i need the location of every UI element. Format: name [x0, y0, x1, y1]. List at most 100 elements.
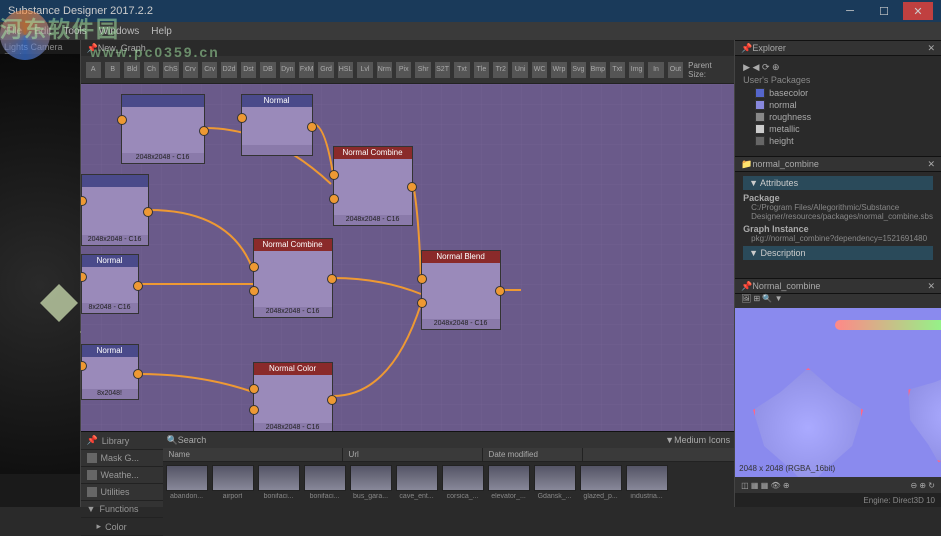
node-type-button[interactable]: Grd: [317, 61, 334, 79]
col-url[interactable]: Url: [343, 448, 483, 461]
node-output-port[interactable]: [307, 122, 317, 132]
menu-windows[interactable]: Windows: [99, 26, 140, 37]
attributes-header[interactable]: ▼ Attributes: [743, 176, 933, 190]
maximize-button[interactable]: ☐: [869, 2, 899, 20]
node-type-button[interactable]: Tr2: [492, 61, 509, 79]
library-thumb[interactable]: bonifaci...: [258, 465, 300, 504]
library-thumb[interactable]: airport: [212, 465, 254, 504]
view-mode[interactable]: Medium Icons: [674, 435, 730, 445]
graph-node[interactable]: 2048x2048 - C16: [121, 94, 205, 164]
pin-icon[interactable]: 📌: [741, 281, 752, 292]
graph-node[interactable]: 2048x2048 - C16: [81, 174, 149, 246]
node-input-port[interactable]: [249, 286, 259, 296]
explorer-item[interactable]: normal: [743, 99, 933, 111]
node-type-button[interactable]: Crv: [182, 61, 199, 79]
library-thumb[interactable]: bonifaci...: [304, 465, 346, 504]
node-type-button[interactable]: HSL: [337, 61, 354, 79]
lib-subcat[interactable]: ▸ Color: [81, 518, 163, 536]
close-button[interactable]: ✕: [903, 2, 933, 20]
node-input-port[interactable]: [117, 115, 127, 125]
lib-cat[interactable]: Mask G...: [81, 450, 163, 467]
graph-node[interactable]: Normal Color2048x2048 - C16: [253, 362, 333, 431]
lib-cat[interactable]: Weathe...: [81, 467, 163, 484]
node-output-port[interactable]: [133, 369, 143, 379]
preview-canvas[interactable]: 2048 x 2048 (RGBA_16bit): [735, 308, 941, 477]
folder-icon[interactable]: 📁: [741, 159, 752, 170]
graph-canvas[interactable]: 2048x2048 - C16 Normal 2048x2048 - C16 Norm…: [81, 84, 735, 431]
node-type-button[interactable]: FxM: [298, 61, 315, 79]
library-thumb[interactable]: Gdansk_...: [534, 465, 576, 504]
library-thumb[interactable]: cave_ent...: [396, 465, 438, 504]
node-type-button[interactable]: Lvl: [356, 61, 373, 79]
graph-node[interactable]: Normal Combine2048x2048 - C16: [253, 238, 333, 318]
minimize-button[interactable]: ─: [835, 2, 865, 20]
viewport-3d[interactable]: Lights Camera Environment Display Render…: [0, 40, 81, 507]
node-input-port[interactable]: [417, 298, 427, 308]
graph-node[interactable]: Normal Blend2048x2048 - C16: [421, 250, 501, 330]
node-output-port[interactable]: [143, 207, 153, 217]
node-output-port[interactable]: [199, 126, 209, 136]
col-date[interactable]: Date modified: [483, 448, 583, 461]
node-type-button[interactable]: Shr: [414, 61, 431, 79]
lib-cat[interactable]: ▼ Functions: [81, 501, 163, 518]
graph-tab[interactable]: New_Graph: [98, 43, 146, 53]
node-input-port[interactable]: [237, 113, 247, 123]
description-header[interactable]: ▼ Description: [743, 246, 933, 260]
node-type-button[interactable]: Ch: [143, 61, 160, 79]
node-input-port[interactable]: [249, 384, 259, 394]
pin-icon[interactable]: 📌: [87, 43, 98, 54]
node-type-button[interactable]: Dyn: [279, 61, 296, 79]
node-type-button[interactable]: DB: [259, 61, 276, 79]
node-type-button[interactable]: Crv: [201, 61, 218, 79]
node-output-port[interactable]: [495, 286, 505, 296]
panel-close-icon[interactable]: ✕: [927, 281, 935, 292]
library-thumb[interactable]: industria...: [626, 465, 668, 504]
node-type-button[interactable]: D2d: [220, 61, 237, 79]
node-type-button[interactable]: Tle: [473, 61, 490, 79]
graph-node[interactable]: Normal: [241, 94, 313, 156]
menu-help[interactable]: Help: [151, 26, 172, 37]
pin-icon[interactable]: 📌: [741, 43, 752, 54]
preview-toolbar[interactable]: 🖼 ⊞ 🔍 ▼: [735, 294, 941, 308]
node-type-button[interactable]: Bmp: [589, 61, 606, 79]
node-type-button[interactable]: Out: [667, 61, 684, 79]
node-type-button[interactable]: WC: [531, 61, 548, 79]
library-thumb[interactable]: elevator_...: [488, 465, 530, 504]
viewport-canvas[interactable]: [0, 54, 80, 474]
lib-cat[interactable]: Utilities: [81, 484, 163, 501]
node-input-port[interactable]: [249, 405, 259, 415]
node-output-port[interactable]: [407, 182, 417, 192]
explorer-item[interactable]: roughness: [743, 111, 933, 123]
library-thumb[interactable]: bus_gara...: [350, 465, 392, 504]
node-type-button[interactable]: B: [104, 61, 121, 79]
node-type-button[interactable]: Bld: [123, 61, 140, 79]
node-type-button[interactable]: Img: [628, 61, 645, 79]
node-type-button[interactable]: Pix: [395, 61, 412, 79]
node-output-port[interactable]: [327, 395, 337, 405]
explorer-item[interactable]: basecolor: [743, 87, 933, 99]
node-output-port[interactable]: [327, 274, 337, 284]
node-type-button[interactable]: Wrp: [550, 61, 567, 79]
panel-close-icon[interactable]: ✕: [927, 159, 935, 170]
graph-node[interactable]: Normal8x2048 - C16: [81, 254, 139, 314]
search-label[interactable]: Search: [178, 435, 207, 445]
node-input-port[interactable]: [329, 194, 339, 204]
node-input-port[interactable]: [329, 170, 339, 180]
node-type-button[interactable]: Dst: [240, 61, 257, 79]
preview-zoom[interactable]: ⊖ ⊕ ↻: [910, 481, 935, 490]
library-thumb[interactable]: corsica_...: [442, 465, 484, 504]
node-type-button[interactable]: S2T: [434, 61, 451, 79]
explorer-item[interactable]: height: [743, 135, 933, 147]
node-type-button[interactable]: Uni: [511, 61, 528, 79]
preview-tools[interactable]: ◫ ▦ ▦ 👁 ⊕: [741, 481, 789, 490]
node-input-port[interactable]: [249, 262, 259, 272]
node-type-button[interactable]: In: [647, 61, 664, 79]
library-thumb[interactable]: abandon...: [166, 465, 208, 504]
node-type-button[interactable]: Svg: [570, 61, 587, 79]
panel-close-icon[interactable]: ✕: [927, 43, 935, 54]
graph-node[interactable]: Normal8x2048!: [81, 344, 139, 400]
graph-node[interactable]: Normal Combine2048x2048 - C16: [333, 146, 413, 226]
menu-tools[interactable]: Tools: [63, 26, 86, 37]
node-type-button[interactable]: Nrm: [376, 61, 393, 79]
node-type-button[interactable]: A: [85, 61, 102, 79]
